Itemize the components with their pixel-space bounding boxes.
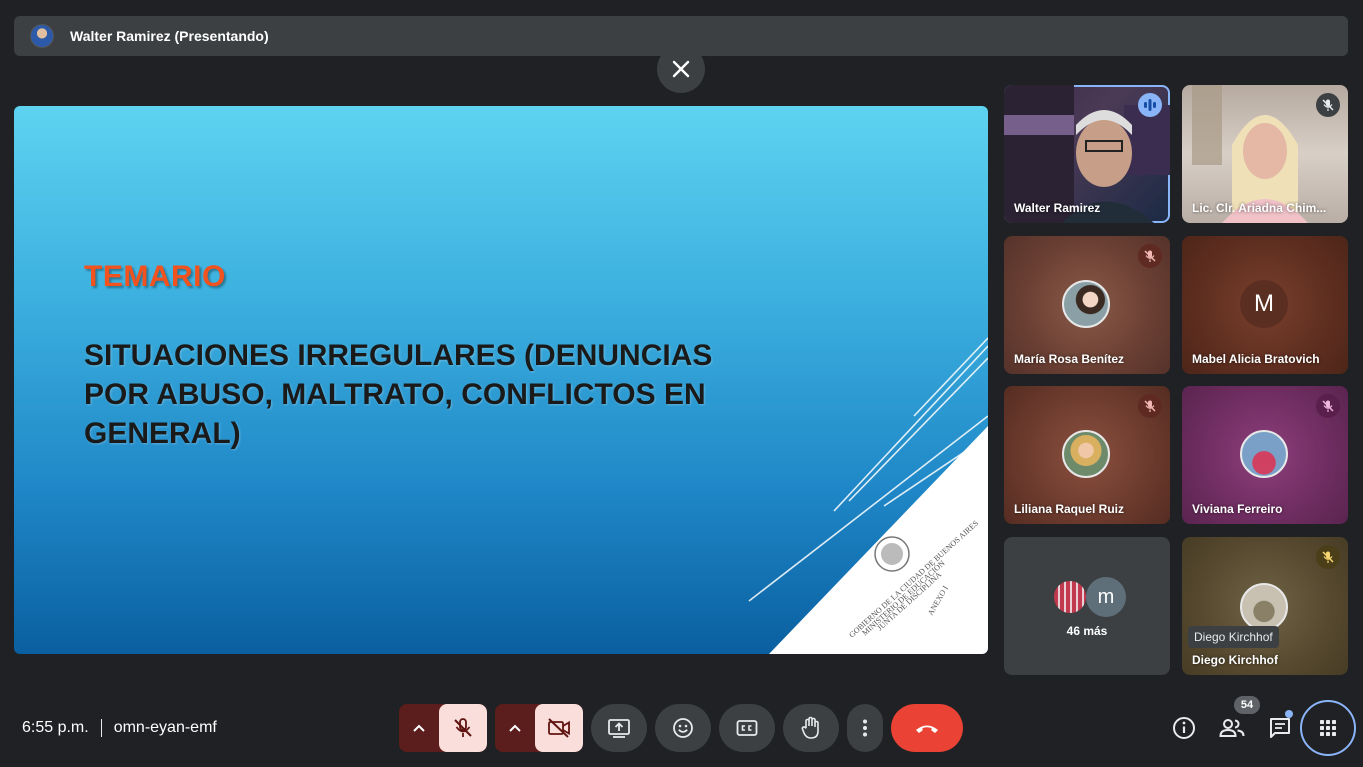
avatar-initial: M bbox=[1254, 290, 1274, 317]
chevron-up-icon bbox=[413, 724, 425, 732]
close-icon bbox=[672, 60, 690, 78]
participant-tile-diego[interactable]: Diego Kirchhof bbox=[1182, 537, 1348, 675]
more-vert-icon bbox=[863, 719, 867, 737]
end-call-button[interactable] bbox=[891, 704, 963, 752]
present-screen-icon bbox=[608, 719, 630, 738]
avatar-initial: m bbox=[1097, 585, 1115, 608]
captions-icon bbox=[736, 720, 758, 736]
participant-name: Diego Kirchhof bbox=[1192, 653, 1278, 667]
present-screen-button[interactable] bbox=[591, 704, 647, 752]
emoji-icon bbox=[673, 718, 693, 738]
apps-grid-icon bbox=[1320, 720, 1336, 736]
captions-button[interactable] bbox=[719, 704, 775, 752]
activities-button[interactable] bbox=[1300, 700, 1356, 756]
mic-control bbox=[399, 704, 487, 752]
mic-off-icon bbox=[1144, 250, 1156, 262]
presenter-avatar bbox=[30, 24, 54, 48]
mic-off-icon bbox=[454, 718, 472, 737]
close-presentation-button[interactable] bbox=[657, 45, 705, 93]
participant-tile-maria-rosa[interactable]: María Rosa Benítez bbox=[1004, 236, 1170, 374]
phone-hangup-icon bbox=[916, 725, 938, 733]
people-count-badge: 54 bbox=[1234, 696, 1260, 714]
video-options-button[interactable] bbox=[495, 704, 535, 752]
mic-off-indicator bbox=[1316, 394, 1340, 418]
slide-body: SITUACIONES IRREGULARES (DENUNCIAS POR A… bbox=[84, 339, 713, 450]
participant-tile-liliana[interactable]: Liliana Raquel Ruiz bbox=[1004, 386, 1170, 524]
mic-off-icon bbox=[1322, 400, 1334, 412]
chat-button[interactable] bbox=[1260, 708, 1300, 748]
participant-name: Mabel Alicia Bratovich bbox=[1192, 352, 1320, 366]
people-icon bbox=[1219, 719, 1245, 737]
meeting-time: 6:55 p.m. bbox=[22, 719, 89, 736]
participant-tile-ariadna[interactable]: Lic. Clr. Ariadna Chim... bbox=[1182, 85, 1348, 223]
participant-tile-walter-ramirez[interactable]: Walter Ramirez bbox=[1004, 85, 1170, 223]
mic-off-icon bbox=[1322, 99, 1334, 111]
chat-icon bbox=[1270, 718, 1290, 738]
meeting-code: omn-eyan-emf bbox=[113, 719, 217, 736]
more-options-button[interactable] bbox=[847, 704, 883, 752]
toggle-mic-button[interactable] bbox=[439, 704, 487, 752]
camera-control bbox=[495, 704, 583, 752]
presentation-slide: GOBIERNO DE LA CIUDAD DE BUENOS AIRES MI… bbox=[14, 106, 988, 654]
participant-tile-viviana[interactable]: Viviana Ferreiro bbox=[1182, 386, 1348, 524]
raise-hand-button[interactable] bbox=[783, 704, 839, 752]
mic-off-indicator bbox=[1138, 394, 1162, 418]
divider bbox=[100, 719, 102, 737]
participant-tile-more[interactable]: m 46 más bbox=[1004, 537, 1170, 675]
meeting-details-button[interactable] bbox=[1164, 708, 1204, 748]
avatar bbox=[1240, 583, 1288, 631]
avatar bbox=[1240, 430, 1288, 478]
participant-name: Walter Ramirez bbox=[1014, 201, 1101, 215]
toggle-camera-button[interactable] bbox=[535, 704, 583, 752]
avatar bbox=[1052, 579, 1088, 615]
chat-notification-dot bbox=[1285, 710, 1293, 718]
audio-options-button[interactable] bbox=[399, 704, 439, 752]
hand-icon bbox=[801, 716, 819, 739]
speaking-indicator bbox=[1138, 93, 1162, 117]
mic-off-indicator bbox=[1316, 545, 1340, 569]
avatar: m bbox=[1086, 577, 1126, 617]
reactions-button[interactable] bbox=[655, 704, 711, 752]
slide-heading: TEMARIO bbox=[84, 260, 226, 293]
chevron-up-icon bbox=[509, 724, 521, 732]
participant-name: Viviana Ferreiro bbox=[1192, 502, 1283, 516]
mic-off-indicator bbox=[1138, 244, 1162, 268]
avatar: M bbox=[1240, 280, 1288, 328]
mic-off-icon bbox=[1322, 551, 1334, 563]
avatar bbox=[1062, 430, 1110, 478]
participant-name: Liliana Raquel Ruiz bbox=[1014, 502, 1125, 516]
mic-off-icon bbox=[1144, 400, 1156, 412]
avatar bbox=[1062, 280, 1110, 328]
camera-off-icon bbox=[548, 718, 570, 738]
audio-wave-icon bbox=[1144, 99, 1156, 111]
people-button[interactable] bbox=[1212, 708, 1252, 748]
participant-name: Lic. Clr. Ariadna Chim... bbox=[1192, 201, 1327, 215]
meeting-info: 6:55 p.m. omn-eyan-emf bbox=[22, 718, 217, 738]
participant-tile-mabel[interactable]: M Mabel Alicia Bratovich bbox=[1182, 236, 1348, 374]
more-participants-label: 46 más bbox=[1066, 624, 1108, 638]
mic-off-indicator bbox=[1316, 93, 1340, 117]
name-tooltip: Diego Kirchhof bbox=[1188, 626, 1279, 648]
presenter-title: Walter Ramirez (Presentando) bbox=[70, 28, 269, 44]
info-icon bbox=[1173, 717, 1195, 739]
participant-name: María Rosa Benítez bbox=[1014, 352, 1125, 366]
